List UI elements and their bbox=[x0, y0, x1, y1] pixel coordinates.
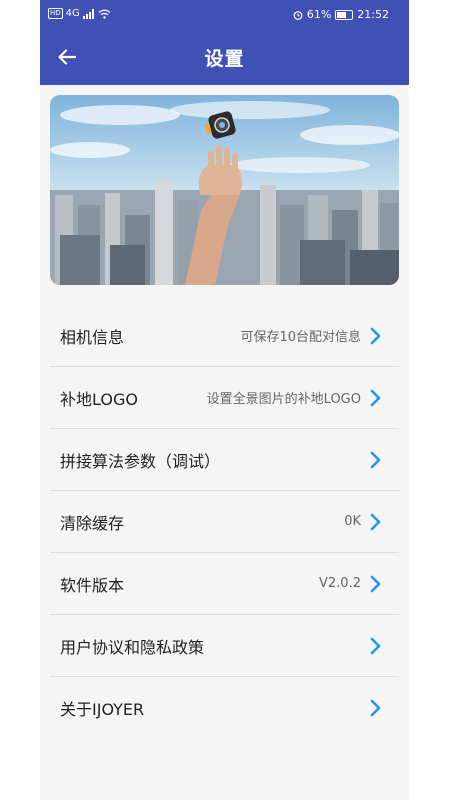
settings-screen: HD 4G 61% 21:52 设置 相机信息 可保存10台配对信息 补地LOG… bbox=[40, 0, 409, 800]
row-label: 清除缓存 bbox=[60, 513, 125, 533]
hd-badge: HD bbox=[48, 8, 63, 19]
row-value: 设置全景图片的补地LOGO bbox=[206, 392, 361, 407]
row-label: 相机信息 bbox=[60, 327, 125, 347]
settings-row-about[interactable]: 关于IJOYER bbox=[50, 677, 399, 738]
chevron-right-icon bbox=[370, 575, 381, 593]
banner-image bbox=[50, 95, 399, 285]
chevron-right-icon bbox=[370, 451, 381, 469]
status-right: 61% 21:52 bbox=[293, 8, 389, 21]
app-bar: 设置 bbox=[40, 28, 409, 85]
chevron-right-icon bbox=[370, 637, 381, 655]
settings-row-ground-logo[interactable]: 补地LOGO 设置全景图片的补地LOGO bbox=[50, 367, 399, 429]
row-label: 软件版本 bbox=[60, 575, 125, 595]
row-label: 拼接算法参数（调试） bbox=[60, 451, 221, 471]
row-value: V2.0.2 bbox=[319, 576, 361, 591]
settings-row-clear-cache[interactable]: 清除缓存 0K bbox=[50, 491, 399, 553]
settings-row-software-version[interactable]: 软件版本 V2.0.2 bbox=[50, 553, 399, 615]
signal-icon bbox=[82, 8, 94, 19]
wifi-icon bbox=[98, 9, 111, 19]
status-bar: HD 4G 61% 21:52 bbox=[40, 0, 409, 28]
battery-percent: 61% bbox=[306, 8, 332, 21]
row-label: 用户协议和隐私政策 bbox=[60, 637, 205, 657]
clock: 21:52 bbox=[357, 8, 389, 21]
row-label: 关于IJOYER bbox=[60, 699, 145, 719]
chevron-right-icon bbox=[370, 699, 381, 717]
settings-list: 相机信息 可保存10台配对信息 补地LOGO 设置全景图片的补地LOGO 拼接算… bbox=[50, 305, 399, 738]
battery-icon bbox=[335, 9, 354, 20]
page-title: 设置 bbox=[204, 48, 245, 70]
status-left: HD 4G bbox=[48, 8, 111, 19]
row-value: 0K bbox=[344, 514, 361, 529]
chevron-right-icon bbox=[370, 513, 381, 531]
settings-row-stitching-params[interactable]: 拼接算法参数（调试） bbox=[50, 429, 399, 491]
chevron-right-icon bbox=[370, 327, 381, 345]
alarm-icon bbox=[293, 10, 303, 20]
settings-row-privacy-policy[interactable]: 用户协议和隐私政策 bbox=[50, 615, 399, 677]
network-type: 4G bbox=[65, 8, 80, 19]
row-value: 可保存10台配对信息 bbox=[240, 330, 361, 345]
row-label: 补地LOGO bbox=[60, 389, 138, 409]
settings-row-camera-info[interactable]: 相机信息 可保存10台配对信息 bbox=[50, 305, 399, 367]
hand-holding-camera-over-city-image bbox=[50, 95, 399, 285]
chevron-right-icon bbox=[370, 389, 381, 407]
